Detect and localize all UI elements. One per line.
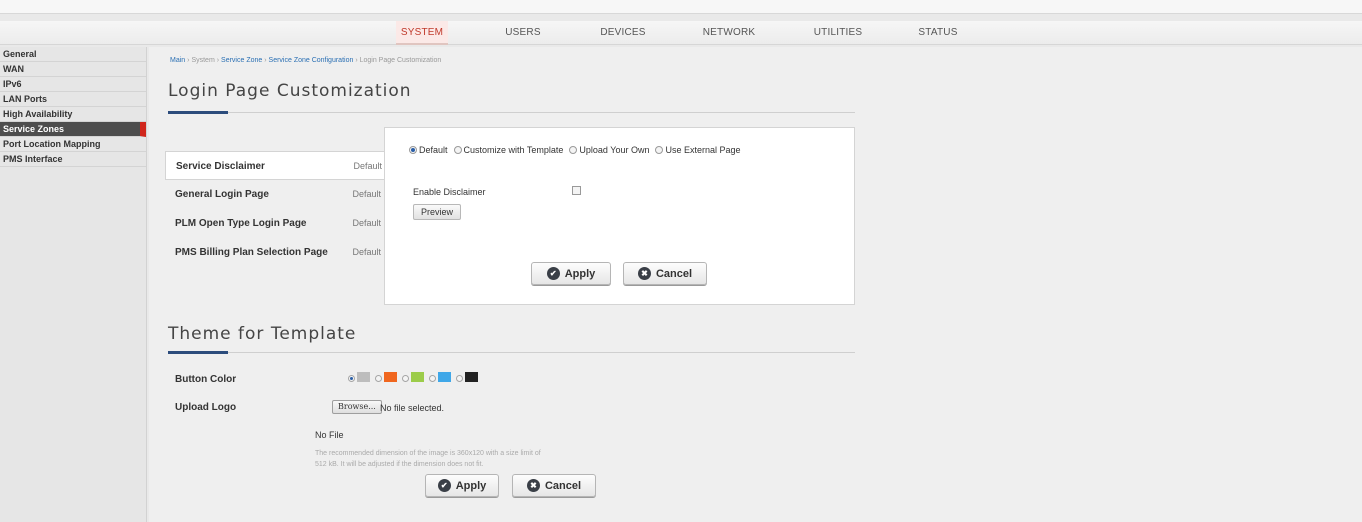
preview-button[interactable]: Preview <box>413 204 462 220</box>
color-radio-orange[interactable] <box>375 375 382 382</box>
top-nav: SYSTEM USERS DEVICES NETWORK UTILITIES S… <box>0 21 1362 45</box>
x-circle-icon: ✖ <box>526 479 540 492</box>
breadcrumb-system: System <box>191 57 215 64</box>
top-strip <box>0 0 1362 14</box>
theme-title: Theme for Template <box>168 324 357 344</box>
color-radio-black[interactable] <box>456 375 463 382</box>
page-item-service-disclaimer[interactable]: Service Disclaimer Default <box>165 151 386 180</box>
enable-disclaimer-label: Enable Disclaimer <box>413 187 486 197</box>
color-swatch-orange <box>384 372 397 382</box>
browse-button[interactable]: Browse... <box>332 400 382 414</box>
upload-hint: The recommended dimension of the image i… <box>315 450 541 468</box>
check-circle-icon: ✔ <box>546 267 560 280</box>
page-type-options: Default Customize with Template Upload Y… <box>409 145 741 155</box>
page-item-plm-open-type[interactable]: PLM Open Type Login Page Default <box>165 209 385 238</box>
breadcrumb-service-zone-configuration[interactable]: Service Zone Configuration <box>269 57 354 64</box>
page-item-pms-billing-plan[interactable]: PMS Billing Plan Selection Page Default <box>165 238 385 267</box>
radio-default[interactable] <box>409 146 417 154</box>
nav-status[interactable]: STATUS <box>915 21 961 45</box>
page-item-general-login[interactable]: General Login Page Default <box>165 180 385 209</box>
radio-customize-template[interactable] <box>453 146 462 154</box>
color-radio-green[interactable] <box>402 375 409 382</box>
radio-external-page[interactable] <box>655 146 664 154</box>
sidebar-item-high-availability[interactable]: High Availability <box>0 107 146 122</box>
disclaimer-panel: Default Customize with Template Upload Y… <box>384 127 855 305</box>
title-divider <box>168 112 855 113</box>
theme-cancel-button[interactable]: ✖ Cancel <box>512 474 596 497</box>
main-content: Main › System › Service Zone › Service Z… <box>149 47 1362 522</box>
theme-apply-button[interactable]: ✔ Apply <box>425 474 499 497</box>
breadcrumb-current: Login Page Customization <box>359 57 442 64</box>
check-circle-icon: ✔ <box>437 479 451 492</box>
sidebar-item-ipv6[interactable]: IPv6 <box>0 77 146 92</box>
radio-upload-own[interactable] <box>569 146 578 154</box>
breadcrumb: Main › System › Service Zone › Service Z… <box>170 57 442 64</box>
cancel-button[interactable]: ✖ Cancel <box>623 262 707 285</box>
page-title: Login Page Customization <box>168 81 412 101</box>
breadcrumb-service-zone[interactable]: Service Zone <box>221 57 262 64</box>
color-radio-gray[interactable] <box>348 375 355 382</box>
nav-system[interactable]: SYSTEM <box>396 21 448 45</box>
color-radio-blue[interactable] <box>429 375 436 382</box>
nav-network[interactable]: NETWORK <box>698 21 760 45</box>
current-file: No File <box>315 430 344 440</box>
sidebar: General WAN IPv6 LAN Ports High Availabi… <box>0 47 147 522</box>
sidebar-item-general[interactable]: General <box>0 47 146 62</box>
nav-devices[interactable]: DEVICES <box>596 21 650 45</box>
file-status: No file selected. <box>380 403 445 413</box>
enable-disclaimer-checkbox[interactable] <box>572 186 581 195</box>
color-swatch-black <box>465 372 478 382</box>
upload-logo-label: Upload Logo <box>175 402 237 413</box>
button-color-label: Button Color <box>175 374 237 385</box>
sidebar-item-pms-interface[interactable]: PMS Interface <box>0 152 146 167</box>
sidebar-item-port-location-mapping[interactable]: Port Location Mapping <box>0 137 146 152</box>
theme-divider <box>168 352 855 353</box>
login-page-list: Service Disclaimer Default General Login… <box>165 151 386 267</box>
title-accent <box>168 111 228 114</box>
breadcrumb-main[interactable]: Main <box>170 57 185 64</box>
color-swatch-green <box>411 372 424 382</box>
nav-users[interactable]: USERS <box>500 21 546 45</box>
apply-button[interactable]: ✔ Apply <box>531 262 611 285</box>
sidebar-item-wan[interactable]: WAN <box>0 62 146 77</box>
color-swatch-blue <box>438 372 451 382</box>
sidebar-item-service-zones[interactable]: Service Zones <box>0 122 146 137</box>
sidebar-item-lan-ports[interactable]: LAN Ports <box>0 92 146 107</box>
nav-utilities[interactable]: UTILITIES <box>809 21 867 45</box>
x-circle-icon: ✖ <box>637 267 651 280</box>
theme-accent <box>168 351 228 354</box>
color-swatch-gray <box>357 372 370 382</box>
